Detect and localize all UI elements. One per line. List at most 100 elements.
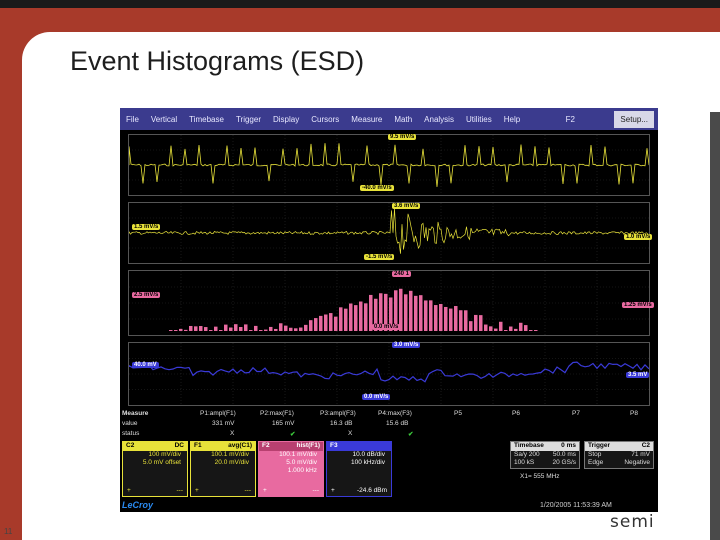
menu-measure[interactable]: Measure — [345, 115, 388, 124]
histogram-bar — [214, 326, 218, 331]
histogram-bar — [414, 295, 418, 331]
f3-descriptor-line2: 100 kHz/div — [351, 459, 385, 466]
menu-vertical[interactable]: Vertical — [145, 115, 183, 124]
menu-timebase[interactable]: Timebase — [183, 115, 230, 124]
measure-col-p7[interactable]: P7 — [572, 410, 580, 417]
measure-value-p3: 16.3 dB — [330, 420, 353, 427]
measure-value-label: value — [122, 420, 138, 427]
histogram-bar — [184, 329, 188, 331]
f2-descriptor-line2: 5.0 mV/div — [286, 459, 317, 466]
c2-right-tag: 1.0 mV/s — [624, 234, 653, 240]
measure-col-p3[interactable]: P3:ampl(F3) — [320, 410, 356, 417]
histogram-bar — [329, 313, 333, 331]
c2-descriptor[interactable]: C2 DC 100 mV/div 5.0 mV offset + --- — [122, 441, 188, 497]
f1-descriptor-foot-left: + — [195, 487, 199, 494]
measure-col-p5[interactable]: P5 — [454, 410, 462, 417]
c2-left-tag: 1.5 mV/s — [132, 224, 161, 230]
histogram-bar — [224, 324, 228, 331]
histogram-bar — [479, 315, 483, 331]
histogram-bar — [194, 326, 198, 331]
menu-file[interactable]: File — [120, 115, 145, 124]
right-edge-strip — [710, 112, 720, 540]
histogram-bar — [229, 327, 233, 331]
histogram-bar — [279, 323, 283, 331]
histogram-bar — [314, 318, 318, 331]
histogram-bar — [209, 330, 213, 331]
f2-descriptor-head: F2 — [262, 442, 270, 449]
hist-right-tag: 1.25 mV/s — [622, 302, 654, 308]
lecroy-logo: LeCroy — [122, 500, 154, 510]
histogram-bar — [449, 308, 453, 331]
histogram-bar — [419, 295, 423, 331]
measure-col-p2[interactable]: P2:max(F1) — [260, 410, 294, 417]
measure-col-p8[interactable]: P8 — [630, 410, 638, 417]
histogram-bar — [289, 327, 293, 331]
measure-col-p6[interactable]: P6 — [512, 410, 520, 417]
histogram-bar — [404, 294, 408, 331]
menu-display[interactable]: Display — [267, 115, 305, 124]
histogram-bar — [534, 330, 538, 331]
histogram-bar — [254, 325, 258, 331]
menu-analysis[interactable]: Analysis — [418, 115, 460, 124]
histogram-bar — [504, 330, 508, 331]
menu-math[interactable]: Math — [388, 115, 418, 124]
histogram-bar — [349, 303, 353, 331]
menu-f2[interactable]: F2 — [560, 115, 581, 124]
measure-col-p4[interactable]: P4:max(F3) — [378, 410, 412, 417]
c2-descriptor-line1: 100 mV/div — [148, 451, 181, 458]
hist-top-tag: 240 1 — [392, 271, 412, 277]
measure-table: Measure P1:ampl(F1) P2:max(F1) P3:ampl(F… — [120, 410, 658, 444]
menu-trigger[interactable]: Trigger — [230, 115, 267, 124]
timebase-descriptor[interactable]: Timebase 0 ms Sa/y 200 50.0 ms 100 kS 20 GS… — [510, 441, 580, 469]
trigger-line2-value: Negative — [624, 459, 650, 466]
histogram-bar — [309, 320, 313, 331]
track-top-tag: 3.0 mV/s — [392, 342, 421, 348]
histogram-bar — [189, 325, 193, 331]
histogram-bar — [359, 301, 363, 331]
f1-descriptor-tag: avg(C1) — [228, 442, 252, 449]
histogram-bar — [334, 316, 338, 331]
c2-descriptor-foot-left: + — [127, 487, 131, 494]
f3-descriptor-line1: 10.0 dB/div — [352, 451, 385, 458]
histogram-bar — [219, 330, 223, 331]
histogram-bar — [514, 328, 518, 331]
histogram-bar — [324, 314, 328, 331]
trigger-head: Trigger — [588, 442, 611, 449]
histogram-bar — [439, 303, 443, 331]
histogram-bar — [354, 305, 358, 331]
track-bottom-tag: 0.0 mV/s — [362, 394, 391, 400]
oscilloscope-screen: File Vertical Timebase Trigger Display C… — [120, 108, 658, 512]
histogram-bar — [494, 328, 498, 331]
c1-top-tag: 9.5 mV/s — [388, 134, 417, 140]
measure-col-p1[interactable]: P1:ampl(F1) — [200, 410, 236, 417]
measure-title: Measure — [122, 410, 149, 417]
slide-title: Event Histograms (ESD) — [70, 46, 365, 76]
menu-utilities[interactable]: Utilities — [460, 115, 498, 124]
histogram-bar — [464, 310, 468, 331]
f2-descriptor-line3: 1.000 kHz — [287, 467, 317, 474]
histogram-bar — [424, 300, 428, 331]
timebase-line2-value: 20 GS/s — [552, 459, 576, 466]
cursor-readout: X1= 555 MHz — [520, 473, 560, 480]
histogram-bar — [234, 324, 238, 331]
c2-descriptor-head: C2 — [126, 442, 135, 449]
setup-button[interactable]: Setup... — [614, 110, 654, 128]
c2-top-tag: 3.6 mV/s — [392, 203, 421, 209]
menu-cursors[interactable]: Cursors — [305, 115, 345, 124]
trigger-descriptor[interactable]: Trigger C2 Stop 71 mV Edge Negative — [584, 441, 654, 469]
scope-menubar: File Vertical Timebase Trigger Display C… — [120, 108, 658, 130]
histogram-bar — [499, 321, 503, 331]
f2-descriptor[interactable]: F2 hist(F1) 100.1 mV/div 5.0 mV/div 1.000… — [258, 441, 324, 497]
f2-descriptor-foot-left: + — [263, 487, 267, 494]
menu-help[interactable]: Help — [498, 115, 526, 124]
histogram-bar — [304, 324, 308, 331]
f3-descriptor-foot-left: + — [331, 487, 335, 494]
histogram-bar — [409, 290, 413, 331]
measure-value-p4: 15.6 dB — [386, 420, 409, 427]
f1-descriptor[interactable]: F1 avg(C1) 100.1 mV/div 20.0 mV/div + --- — [190, 441, 256, 497]
timebase-line2-label: 100 kS — [514, 459, 535, 466]
measure-status-p1: X — [230, 430, 235, 437]
scope-clock: 1/20/2005 11:53:39 AM — [540, 502, 612, 509]
f3-descriptor[interactable]: F3 10.0 dB/div 100 kHz/div + -24.6 dBm — [326, 441, 392, 497]
histogram-bar — [204, 327, 208, 331]
